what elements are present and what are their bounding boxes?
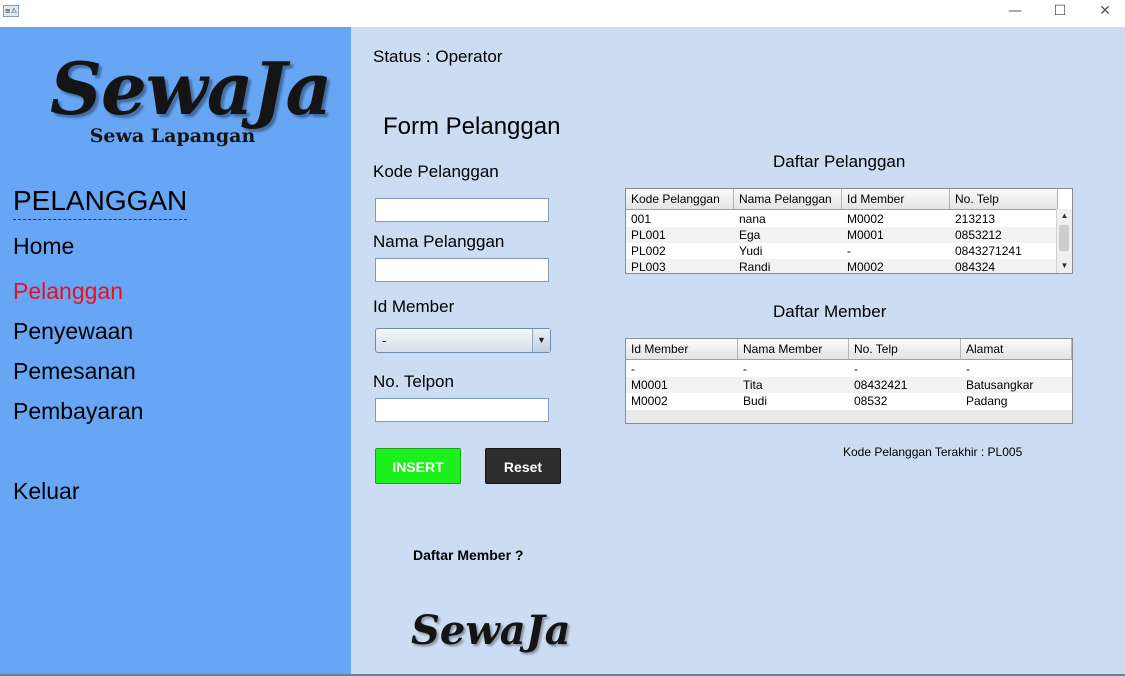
id-member-label: Id Member: [373, 297, 455, 316]
window-titlebar: ≡⚠ — ☐ ✕: [0, 0, 1125, 27]
table-cell: M0002: [847, 212, 884, 226]
table-cell: -: [847, 244, 851, 258]
reset-button[interactable]: Reset: [485, 448, 561, 484]
logo-wordmark: SewaJa: [50, 46, 332, 131]
table-cell: nana: [739, 212, 766, 226]
id-member-select[interactable]: - ▼: [375, 328, 551, 353]
table-row[interactable]: PL001 Ega M0001 0853212: [626, 227, 1058, 243]
table-cell: M0002: [847, 260, 884, 274]
table-cell: Tita: [743, 378, 763, 392]
bottom-logo: SewaJa: [411, 607, 571, 654]
id-member-selected: -: [382, 333, 387, 348]
table-cell: -: [743, 362, 747, 376]
scroll-thumb[interactable]: [1059, 225, 1069, 251]
table-cell: Randi: [739, 260, 771, 274]
table-cell: M0001: [631, 378, 668, 392]
form-title: Form Pelanggan: [383, 113, 561, 140]
column-header[interactable]: Nama Member: [738, 339, 849, 359]
table-cell: -: [631, 362, 635, 376]
table-cell: -: [966, 362, 970, 376]
table-row[interactable]: M0002 Budi 08532 Padang: [626, 393, 1072, 409]
nav-home[interactable]: Home: [13, 233, 74, 260]
pelanggan-table-title: Daftar Pelanggan: [773, 152, 906, 171]
nav-pembayaran[interactable]: Pembayaran: [13, 398, 143, 425]
nama-pelanggan-label: Nama Pelanggan: [373, 232, 505, 251]
pelanggan-table-scrollbar[interactable]: ▲ ▼: [1056, 209, 1072, 273]
pelanggan-table-header: Kode Pelanggan Nama Pelanggan Id Member …: [626, 189, 1058, 210]
member-table[interactable]: Id Member Nama Member No. Telp Alamat - …: [625, 338, 1073, 424]
member-table-header: Id Member Nama Member No. Telp Alamat: [626, 339, 1072, 360]
kode-pelanggan-label: Kode Pelanggan: [373, 162, 499, 181]
main-panel: Status : Operator Form Pelanggan Kode Pe…: [351, 27, 1125, 674]
column-header[interactable]: No. Telp: [849, 339, 961, 359]
sewaja-logo: SewaJa Sewa Lapangan: [50, 46, 332, 148]
nav-pelanggan[interactable]: Pelanggan: [13, 278, 123, 305]
table-cell: Padang: [966, 394, 1008, 408]
insert-button[interactable]: INSERT: [375, 448, 461, 484]
column-header[interactable]: No. Telp: [950, 189, 1058, 209]
table-row[interactable]: PL002 Yudi - 0843271241: [626, 243, 1058, 259]
table-cell: 08532: [854, 394, 888, 408]
table-cell: 213213: [955, 212, 996, 226]
scroll-up-icon[interactable]: ▲: [1057, 209, 1072, 223]
minimize-button[interactable]: —: [992, 0, 1038, 22]
table-cell: PL002: [631, 244, 666, 258]
table-cell: 084324: [955, 260, 996, 274]
column-header[interactable]: Nama Pelanggan: [734, 189, 842, 209]
scroll-down-icon[interactable]: ▼: [1057, 259, 1072, 273]
column-header[interactable]: Kode Pelanggan: [626, 189, 734, 209]
column-header[interactable]: Alamat: [961, 339, 1072, 359]
table-cell: M0002: [631, 394, 668, 408]
member-table-empty-area: [626, 410, 1072, 423]
column-header[interactable]: Id Member: [626, 339, 738, 359]
table-cell: 001: [631, 212, 652, 226]
daftar-member-link[interactable]: Daftar Member ?: [413, 547, 523, 563]
app-icon: ≡⚠: [3, 5, 19, 17]
table-cell: Yudi: [739, 244, 763, 258]
maximize-button[interactable]: ☐: [1037, 0, 1083, 22]
pelanggan-table[interactable]: Kode Pelanggan Nama Pelanggan Id Member …: [625, 188, 1073, 274]
chevron-down-icon[interactable]: ▼: [532, 329, 550, 352]
table-cell: M0001: [847, 228, 884, 242]
status-text: Status : Operator: [373, 47, 503, 66]
table-row[interactable]: M0001 Tita 08432421 Batusangkar: [626, 377, 1072, 393]
table-cell: 08432421: [854, 378, 908, 392]
no-telpon-input[interactable]: [375, 398, 549, 422]
nav-keluar[interactable]: Keluar: [13, 478, 79, 505]
table-cell: PL001: [631, 228, 666, 242]
table-cell: Ega: [739, 228, 761, 242]
table-row[interactable]: PL003 Randi M0002 084324: [626, 259, 1058, 274]
table-cell: Batusangkar: [966, 378, 1034, 392]
member-table-title: Daftar Member: [773, 302, 887, 321]
table-cell: Budi: [743, 394, 768, 408]
nav-pemesanan[interactable]: Pemesanan: [13, 358, 136, 385]
table-cell: 0843271241: [955, 244, 1022, 258]
table-cell: -: [854, 362, 858, 376]
no-telpon-label: No. Telpon: [373, 372, 454, 391]
nav-penyewaan[interactable]: Penyewaan: [13, 318, 133, 345]
last-customer-code: Kode Pelanggan Terakhir : PL005: [843, 445, 1023, 459]
close-button[interactable]: ✕: [1082, 0, 1125, 22]
sidebar: SewaJa Sewa Lapangan PELANGGAN Home Pela…: [0, 27, 351, 674]
column-header[interactable]: Id Member: [842, 189, 950, 209]
section-title: PELANGGAN: [13, 185, 188, 220]
table-cell: PL003: [631, 260, 666, 274]
table-row[interactable]: 001 nana M0002 213213: [626, 211, 1058, 227]
kode-pelanggan-input[interactable]: [375, 198, 549, 222]
nama-pelanggan-input[interactable]: [375, 258, 549, 282]
table-cell: 0853212: [955, 228, 1002, 242]
table-row[interactable]: - - - -: [626, 361, 1072, 377]
